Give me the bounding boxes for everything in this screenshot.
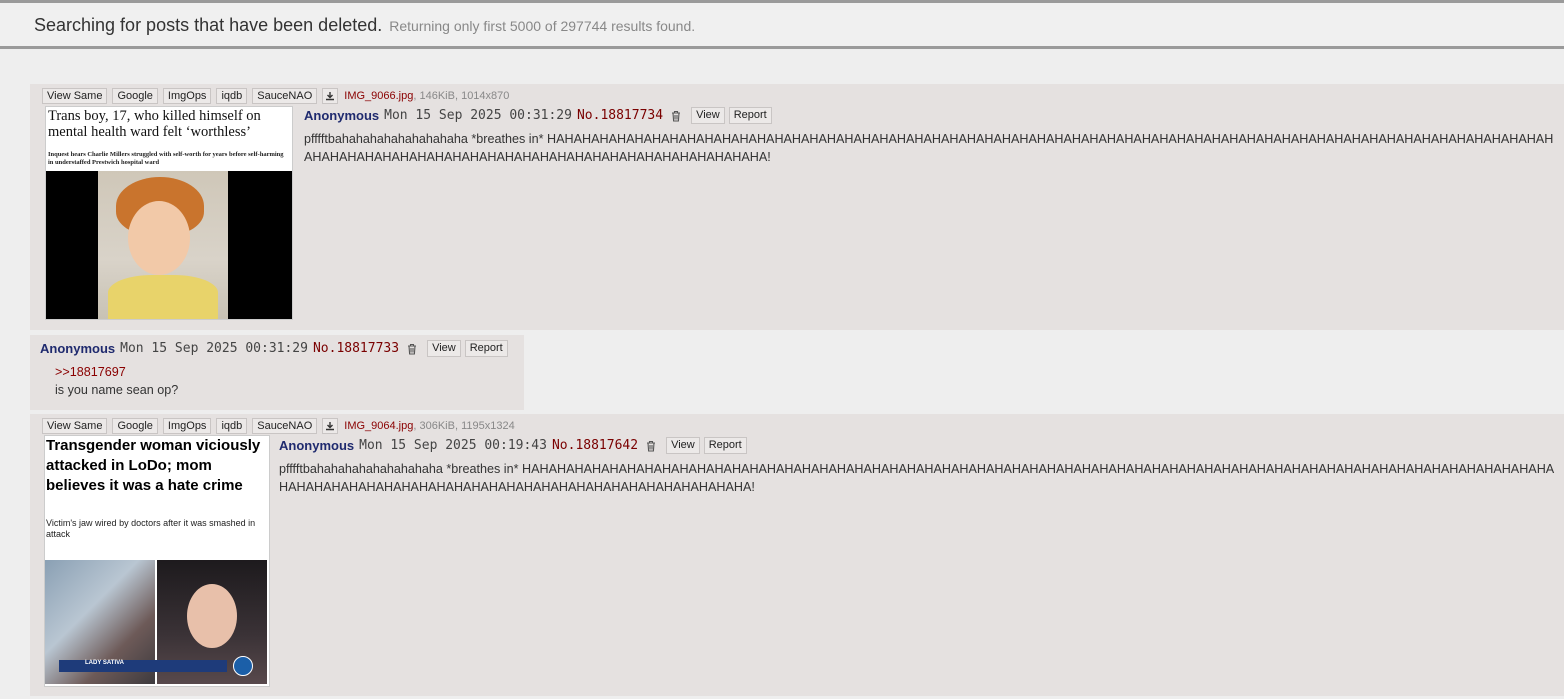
post-meta: Anonymous Mon 15 Sep 2025 00:31:29 No.18…: [40, 340, 512, 357]
view-button[interactable]: View: [691, 107, 725, 124]
news-logo-icon: [233, 656, 253, 676]
iqdb-button[interactable]: iqdb: [216, 418, 248, 434]
poster-name: Anonymous: [304, 108, 380, 123]
view-button[interactable]: View: [666, 437, 700, 454]
thumbnail-headline: Trans boy, 17, who killed himself on men…: [48, 108, 261, 140]
file-bar: View Same Google ImgOps iqdb SauceNAO IM…: [42, 418, 515, 434]
file-name-link[interactable]: IMG_9066.jpg: [344, 90, 413, 102]
google-button[interactable]: Google: [112, 88, 158, 104]
thumbnail-photo: [46, 171, 292, 319]
post-number-link[interactable]: No.18817734: [577, 108, 663, 123]
file-name-link[interactable]: IMG_9064.jpg: [344, 420, 413, 432]
view-same-button[interactable]: View Same: [42, 88, 108, 104]
header-divider: [0, 46, 1564, 49]
google-button[interactable]: Google: [112, 418, 158, 434]
post-date: Mon 15 Sep 2025 00:31:29: [384, 108, 572, 123]
post-18817734: View Same Google ImgOps iqdb SauceNAO IM…: [30, 84, 1564, 330]
iqdb-button[interactable]: iqdb: [216, 88, 248, 104]
download-icon[interactable]: [322, 88, 339, 104]
report-button[interactable]: Report: [464, 340, 508, 357]
post-body: is you name sean op?: [55, 383, 179, 397]
search-title: Searching for posts that have been delet…: [34, 15, 695, 36]
saucenao-button[interactable]: SauceNAO: [252, 88, 318, 104]
imgops-button[interactable]: ImgOps: [162, 418, 212, 434]
post-meta: Anonymous Mon 15 Sep 2025 00:31:29 No.18…: [304, 107, 776, 124]
imgops-button[interactable]: ImgOps: [162, 88, 212, 104]
thumbnail-banner: LADY SATIVA: [59, 660, 227, 672]
search-title-text: Searching for posts that have been delet…: [34, 15, 383, 35]
report-button[interactable]: Report: [728, 107, 772, 124]
trash-icon: [646, 440, 656, 452]
trash-icon: [671, 110, 681, 122]
file-info: , 146KiB, 1014x870: [413, 90, 510, 102]
post-date: Mon 15 Sep 2025 00:19:43: [359, 438, 547, 453]
post-18817733: Anonymous Mon 15 Sep 2025 00:31:29 No.18…: [30, 335, 524, 410]
thumbnail-banner-text: LADY SATIVA: [85, 660, 125, 666]
quote-link[interactable]: >>18817697: [55, 363, 126, 381]
post-meta: Anonymous Mon 15 Sep 2025 00:19:43 No.18…: [279, 437, 751, 454]
view-same-button[interactable]: View Same: [42, 418, 108, 434]
thumbnail-subheadline: Inquest hears Charlie Millers struggled …: [48, 151, 284, 166]
post-date: Mon 15 Sep 2025 00:31:29: [120, 341, 308, 356]
report-button[interactable]: Report: [703, 437, 747, 454]
thumbnail-headline: Transgender woman viciously attacked in …: [46, 437, 261, 494]
download-icon[interactable]: [322, 418, 339, 434]
post-thumbnail[interactable]: Trans boy, 17, who killed himself on men…: [45, 106, 293, 320]
post-body: pfffftbahahahahahahahahaha *breathes in*…: [304, 132, 1554, 164]
post-18817642: View Same Google ImgOps iqdb SauceNAO IM…: [30, 414, 1564, 696]
file-info: , 306KiB, 1195x1324: [413, 420, 515, 432]
saucenao-button[interactable]: SauceNAO: [252, 418, 318, 434]
trash-icon: [407, 343, 417, 355]
post-number-link[interactable]: No.18817642: [552, 438, 638, 453]
file-bar: View Same Google ImgOps iqdb SauceNAO IM…: [42, 88, 509, 104]
thumbnail-subheadline: Victim's jaw wired by doctors after it w…: [46, 518, 256, 539]
search-header: Searching for posts that have been delet…: [0, 3, 1564, 46]
view-button[interactable]: View: [427, 340, 461, 357]
poster-name: Anonymous: [40, 341, 116, 356]
post-number-link[interactable]: No.18817733: [313, 341, 399, 356]
post-thumbnail[interactable]: Transgender woman viciously attacked in …: [44, 435, 270, 687]
poster-name: Anonymous: [279, 438, 355, 453]
search-subtitle: Returning only first 5000 of 297744 resu…: [389, 18, 696, 34]
post-body: pfffftbahahahahahahahahaha *breathes in*…: [279, 462, 1555, 494]
